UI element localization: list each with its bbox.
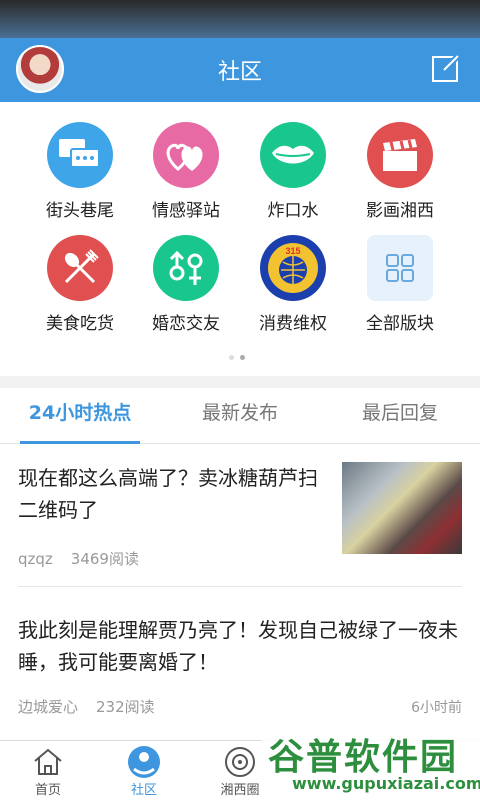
nav-label: 首页 bbox=[34, 783, 61, 798]
chat-bubbles-icon bbox=[47, 122, 113, 188]
grid-icon bbox=[367, 235, 433, 301]
page-dot-active bbox=[240, 355, 245, 360]
post-thumbnail[interactable] bbox=[342, 462, 462, 554]
clapperboard-icon bbox=[367, 122, 433, 188]
list-item[interactable]: 现在都这么高端了？卖冰糖葫芦扫二维码了 bbox=[18, 462, 324, 526]
category-label: 炸口水 bbox=[267, 201, 319, 221]
fork-spoon-icon bbox=[47, 235, 113, 301]
category-label: 街头巷尾 bbox=[46, 201, 114, 221]
watermark-url: www.gupuxiazai.com bbox=[292, 774, 480, 793]
nav-home[interactable]: 首页 bbox=[0, 745, 96, 798]
app-header: 社区 bbox=[0, 38, 480, 102]
category-label: 消费维权 bbox=[259, 314, 327, 334]
gender-symbols-icon bbox=[153, 235, 219, 301]
nav-label: 社区 bbox=[130, 783, 157, 798]
tab-last-reply[interactable]: 最后回复 bbox=[340, 388, 460, 444]
category-consumer[interactable]: 315 消费维权 bbox=[240, 235, 346, 334]
community-icon bbox=[96, 745, 192, 779]
post-time: 6小时前 bbox=[411, 700, 462, 716]
nav-community[interactable]: 社区 bbox=[96, 745, 192, 798]
svg-text:315: 315 bbox=[285, 246, 300, 256]
home-icon bbox=[0, 745, 96, 779]
status-bar bbox=[0, 0, 480, 38]
post-author: 边城爱心 bbox=[18, 698, 79, 716]
category-street[interactable]: 街头巷尾 bbox=[27, 122, 133, 221]
post-reads: 232阅读 bbox=[96, 698, 155, 716]
tab-24h-hot[interactable]: 24小时热点 bbox=[20, 388, 140, 444]
post-title: 我此刻是能理解贾乃亮了！发现自己被绿了一夜未睡，我可能要离婚了！ bbox=[18, 618, 458, 674]
post-author: qzqz bbox=[18, 550, 53, 568]
post-title: 现在都这么高端了？卖冰糖葫芦扫二维码了 bbox=[18, 466, 318, 522]
category-grid: 街头巷尾 情感驿站 炸口水 影画湘西 美食吃货 婚恋交友 315 消费维权 全部… bbox=[0, 102, 480, 376]
page-dot bbox=[229, 355, 234, 360]
compose-icon[interactable] bbox=[430, 52, 462, 84]
consumer-315-logo-icon: 315 bbox=[260, 235, 326, 301]
category-dating[interactable]: 婚恋交友 bbox=[133, 235, 239, 334]
category-food[interactable]: 美食吃货 bbox=[27, 235, 133, 334]
post-meta: 边城爱心 232阅读 bbox=[18, 696, 173, 717]
post-meta: qzqz 3469阅读 bbox=[18, 548, 157, 569]
category-emotion[interactable]: 情感驿站 bbox=[133, 122, 239, 221]
category-label: 全部版块 bbox=[366, 314, 434, 334]
divider bbox=[18, 586, 462, 587]
category-chat[interactable]: 炸口水 bbox=[240, 122, 346, 221]
lips-icon bbox=[260, 122, 326, 188]
watermark: 谷普软件园 www.gupuxiazai.com bbox=[262, 724, 480, 800]
feed-tabs: 24小时热点 最新发布 最后回复 bbox=[0, 388, 480, 444]
category-label: 美食吃货 bbox=[46, 314, 114, 334]
category-label: 婚恋交友 bbox=[152, 314, 220, 334]
tab-latest[interactable]: 最新发布 bbox=[180, 388, 300, 444]
watermark-text: 谷普软件园 bbox=[268, 737, 459, 778]
list-item[interactable]: 我此刻是能理解贾乃亮了！发现自己被绿了一夜未睡，我可能要离婚了！ bbox=[18, 614, 462, 678]
page-indicator bbox=[226, 345, 248, 364]
post-reads: 3469阅读 bbox=[70, 550, 139, 568]
category-label: 影画湘西 bbox=[366, 201, 434, 221]
post-list: 现在都这么高端了？卖冰糖葫芦扫二维码了 qzqz 3469阅读 我此刻是能理解贾乃… bbox=[0, 444, 480, 740]
hearts-icon bbox=[153, 122, 219, 188]
category-label: 情感驿站 bbox=[152, 201, 220, 221]
category-film[interactable]: 影画湘西 bbox=[347, 122, 453, 221]
page-title: 社区 bbox=[217, 60, 262, 85]
category-all[interactable]: 全部版块 bbox=[347, 235, 453, 334]
